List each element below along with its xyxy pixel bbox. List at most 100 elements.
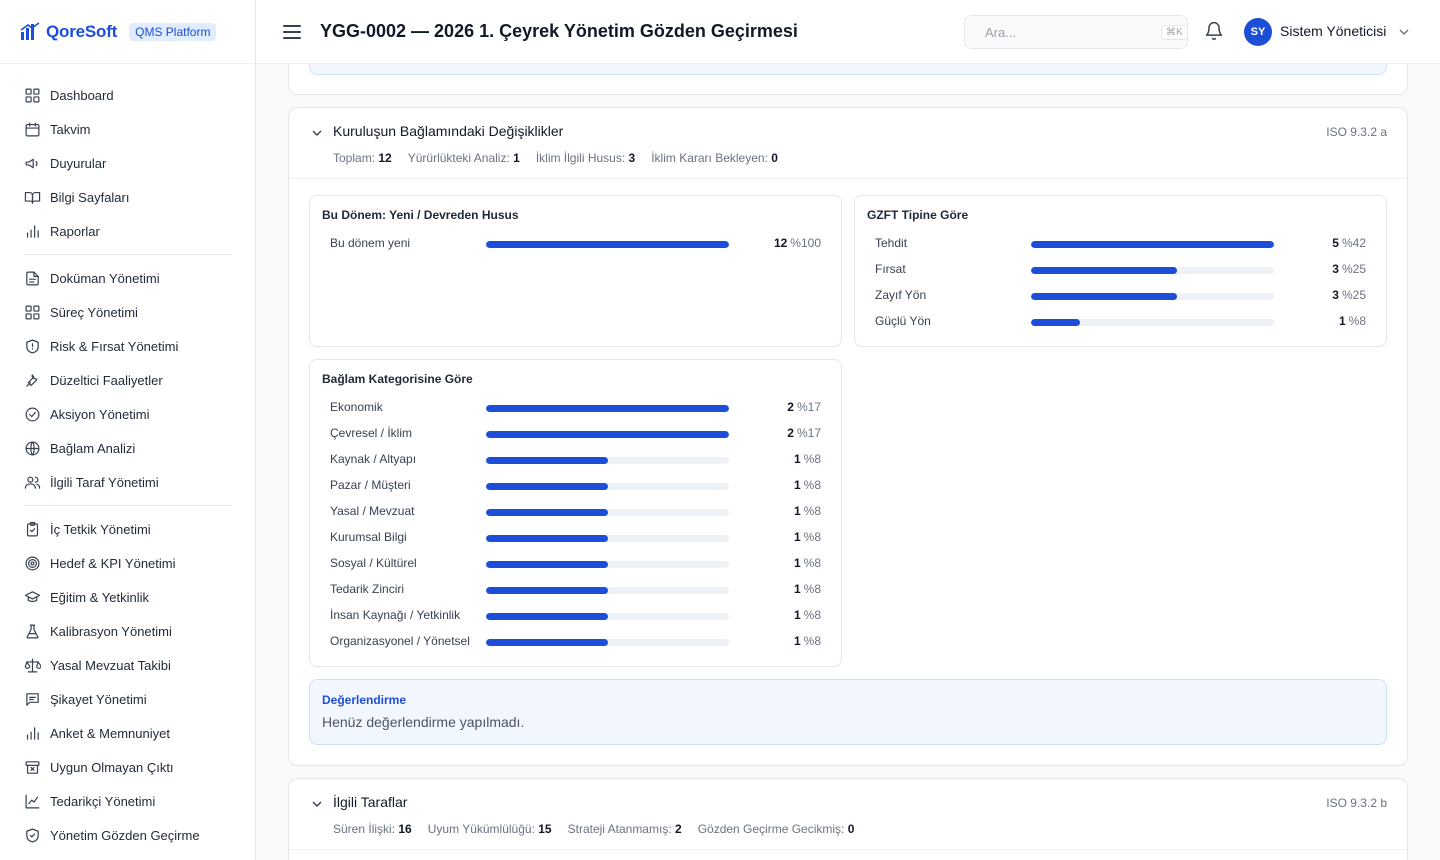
bar-row: İnsan Kaynağı / Yetkinlik 1 %8 [330, 606, 821, 626]
stat-climate-issue: İklim İlgili Husus: 3 [535, 151, 636, 165]
sidebar-item[interactable]: Risk & Fırsat Yönetimi [24, 329, 231, 363]
page-title: YGG-0002 — 2026 1. Çeyrek Yönetim Gözden… [320, 21, 798, 41]
sidebar-item[interactable]: Eğitim & Yetkinlik [24, 580, 231, 614]
sidebar-item[interactable]: Takvim [24, 112, 231, 146]
section-title[interactable]: İlgili Taraflar [333, 794, 407, 810]
chevron-down-icon[interactable] [311, 798, 323, 810]
bar-value: 3 %25 [1332, 288, 1366, 302]
sidebar-nav: Dashboard Takvim Duyurular Bilgi Sayfaları R… [0, 64, 255, 852]
section-stats: Toplam: 12 Yürürlükteki Analiz: 1 İklim … [333, 151, 794, 165]
sidebar-item[interactable]: Bilgi Sayfaları [24, 180, 231, 214]
bar-fill [486, 405, 729, 412]
sidebar-item[interactable]: Raporlar [24, 214, 231, 248]
bar-value: 1 %8 [793, 452, 821, 466]
bar-chart-icon [26, 224, 39, 238]
search-box[interactable]: ⌘K [964, 15, 1188, 49]
bar-label: İnsan Kaynağı / Yetkinlik [330, 608, 461, 622]
bar-label: Sosyal / Kültürel [330, 556, 417, 570]
iso-reference: ISO 9.3.2 a [1326, 125, 1387, 139]
bar-track [486, 587, 729, 594]
bar-row: Sosyal / Kültürel 1 %8 [330, 554, 821, 574]
bar-value: 2 %17 [787, 426, 821, 440]
sidebar: QoreSoft QMS Platform Dashboard Takvim Duy… [0, 0, 256, 860]
bar-fill [486, 535, 608, 542]
chevron-down-icon[interactable] [311, 127, 323, 139]
sidebar-item[interactable]: Süreç Yönetimi [24, 295, 231, 329]
menu-toggle-icon[interactable] [283, 24, 301, 39]
sidebar-item[interactable]: İç Tetkik Yönetimi [24, 512, 231, 546]
avatar[interactable]: SY [1244, 18, 1272, 46]
bar-track [486, 431, 729, 438]
search-shortcut-badge: ⌘K [1161, 24, 1188, 40]
sidebar-item[interactable]: Yasal Mevzuat Takibi [24, 648, 231, 682]
nav-group: Doküman Yönetimi Süreç Yönetimi Risk & Fır… [0, 261, 255, 499]
bar-row: Tehdit 5 %42 [875, 234, 1366, 254]
bar-fill [486, 613, 608, 620]
bar-label: Pazar / Müşteri [330, 478, 411, 492]
section-header[interactable]: İlgili Taraflar ISO 9.3.2 b Süren İlişki… [289, 779, 1407, 850]
bar-fill [486, 561, 608, 568]
bar-row: Ekonomik 2 %17 [330, 398, 821, 418]
sidebar-item-label: İç Tetkik Yönetimi [50, 521, 151, 537]
sidebar-item[interactable]: Anket & Memnuniyet [24, 716, 231, 750]
bar-label: Tehdit [875, 236, 908, 250]
sidebar-item[interactable]: Tedarikçi Yönetimi [24, 784, 231, 818]
sidebar-item[interactable]: Kalibrasyon Yönetimi [24, 614, 231, 648]
sidebar-item-label: Eğitim & Yetkinlik [50, 589, 149, 605]
platform-badge: QMS Platform [129, 22, 217, 41]
bar-row: Zayıf Yön 3 %25 [875, 286, 1366, 306]
grid-icon [25, 88, 40, 102]
bar-fill [1031, 267, 1177, 274]
bar-value: 2 %17 [787, 400, 821, 414]
panel-title: Bağlam Kategorisine Göre [322, 372, 473, 386]
sidebar-item-label: Dashboard [50, 87, 114, 103]
sidebar-item-label: Yönetim Gözden Geçirme [50, 827, 200, 843]
evaluation-title: Değerlendirme [322, 693, 407, 707]
graduation-cap-icon [24, 590, 41, 602]
logo-text[interactable]: QoreSoft [46, 22, 117, 42]
bar-label: Tedarik Zinciri [330, 582, 405, 596]
bar-row: Çevresel / İklim 2 %17 [330, 424, 821, 444]
iso-reference: ISO 9.3.2 b [1326, 796, 1387, 810]
bar-row: Tedarik Zinciri 1 %8 [330, 580, 821, 600]
bar-row: Kaynak / Altyapı 1 %8 [330, 450, 821, 470]
calendar-icon [25, 122, 40, 136]
flask-icon [26, 624, 39, 639]
sidebar-item[interactable]: Uygun Olmayan Çıktı [24, 750, 231, 784]
sidebar-item[interactable]: Hedef & KPI Yönetimi [24, 546, 231, 580]
sidebar-item[interactable]: Duyurular [24, 146, 231, 180]
bar-track [486, 483, 729, 490]
user-name[interactable]: Sistem Yöneticisi [1280, 23, 1386, 39]
search-input[interactable] [985, 24, 1161, 40]
bar-track [486, 241, 729, 248]
sidebar-item-label: Şikayet Yönetimi [50, 691, 147, 707]
sidebar-item[interactable]: İlgili Taraf Yönetimi [24, 465, 231, 499]
scale-icon [24, 658, 41, 672]
bar-label: Çevresel / İklim [330, 426, 413, 440]
section-title[interactable]: Kuruluşun Bağlamındaki Değişiklikler [333, 123, 563, 139]
sidebar-item[interactable]: Dashboard [24, 78, 231, 112]
sidebar-item[interactable]: Bağlam Analizi [24, 431, 231, 465]
sidebar-item[interactable]: Şikayet Yönetimi [24, 682, 231, 716]
top-header: YGG-0002 — 2026 1. Çeyrek Yönetim Gözden… [256, 0, 1440, 64]
bar-track [1031, 241, 1274, 248]
bar-track [486, 535, 729, 542]
sidebar-item[interactable]: Aksiyon Yönetimi [24, 397, 231, 431]
bar-row: Kurumsal Bilgi 1 %8 [330, 528, 821, 548]
sidebar-item[interactable]: Düzeltici Faaliyetler [24, 363, 231, 397]
bar-value: 1 %8 [793, 530, 821, 544]
section-header[interactable]: Kuruluşun Bağlamındaki Değişiklikler ISO… [289, 108, 1407, 179]
bar-label: Fırsat [875, 262, 906, 276]
bar-track [1031, 319, 1274, 326]
bar-value: 1 %8 [793, 478, 821, 492]
bell-icon[interactable] [1204, 21, 1224, 41]
panel-new-carried: Bu Dönem: Yeni / Devreden Husus Bu dönem… [309, 195, 842, 347]
archive-x-icon [25, 760, 40, 774]
sidebar-item-label: İlgili Taraf Yönetimi [50, 474, 159, 490]
bar-label: Kurumsal Bilgi [330, 530, 407, 544]
chevron-down-icon[interactable] [1398, 26, 1410, 38]
line-chart-icon [25, 794, 40, 808]
sidebar-item[interactable]: Doküman Yönetimi [24, 261, 231, 295]
sidebar-item[interactable]: Yönetim Gözden Geçirme [24, 818, 231, 852]
nav-divider [24, 254, 231, 255]
